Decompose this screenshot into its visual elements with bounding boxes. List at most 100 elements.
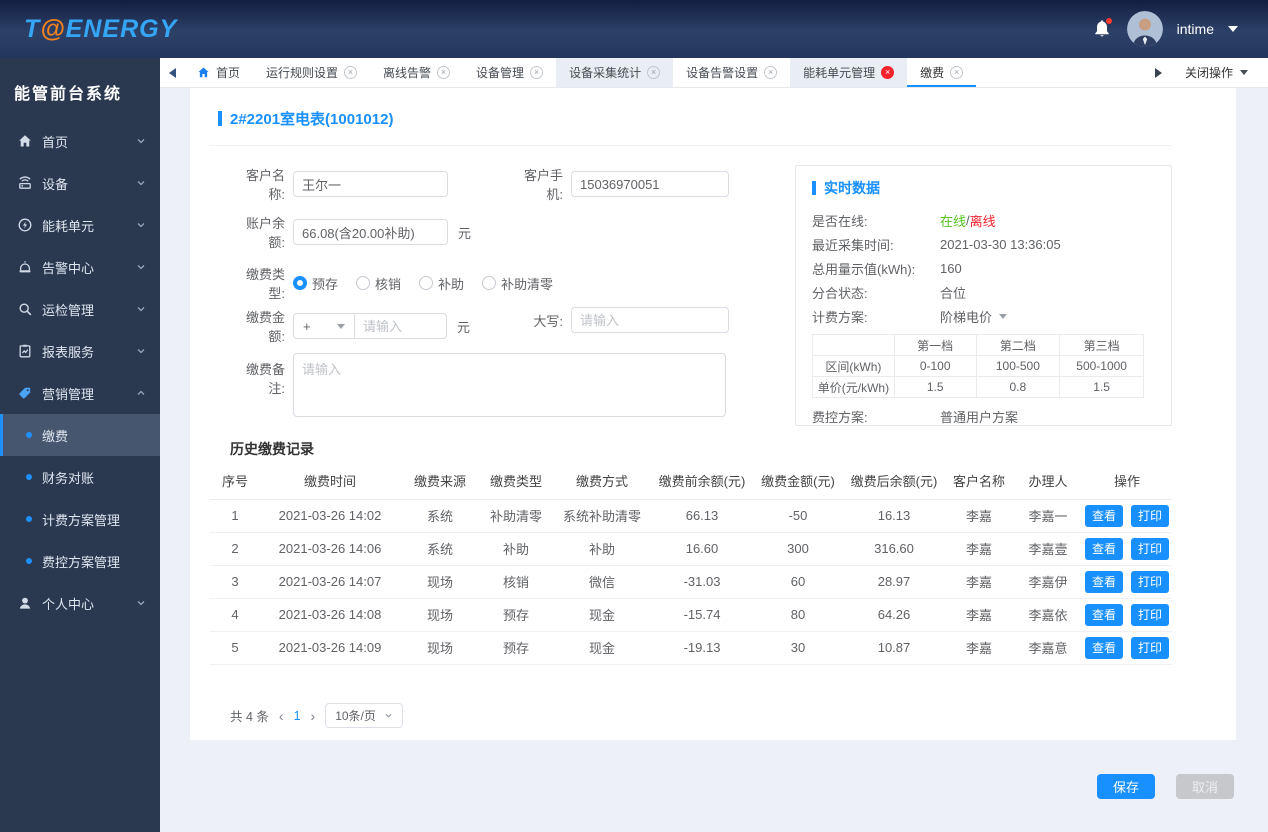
sidebar-subitem-label: 计费方案管理 [42,512,121,528]
realtime-title-text: 实时数据 [824,180,880,196]
print-button[interactable]: 打印 [1131,537,1169,560]
close-icon-red[interactable]: × [881,66,895,79]
tab-offline-alarm[interactable]: 离线告警 × [370,58,463,87]
sidebar-subitem-finance-reconciliation[interactable]: 财务对账 [0,456,160,498]
close-icon[interactable]: × [437,66,451,79]
sidebar-item-devices[interactable]: 设备 [0,162,160,204]
radio-icon [482,276,497,290]
tab-run-rules[interactable]: 运行规则设置 × [253,58,370,87]
close-icon[interactable]: × [764,66,778,79]
notification-bell-icon[interactable] [1091,18,1113,40]
username-label[interactable]: intime [1177,21,1214,37]
view-button[interactable]: 查看 [1085,603,1123,626]
sidebar-item-alarm-center[interactable]: 告警中心 [0,246,160,288]
chevron-down-icon [137,181,145,186]
close-icon[interactable]: × [647,66,661,79]
page-size-select[interactable]: 10条/页 [325,703,403,728]
tabs-scroll-left-icon[interactable] [160,58,184,87]
view-button[interactable]: 查看 [1085,570,1123,593]
amount-sign-select[interactable]: + [293,313,355,339]
radio-writeoff[interactable]: 核销 [356,274,401,293]
save-button[interactable]: 保存 [1097,774,1155,799]
sidebar-item-home[interactable]: 首页 [0,120,160,162]
close-actions-label: 关闭操作 [1184,66,1233,80]
table-row: 2 2021-03-26 14:06 系统 补助 补助 16.60 300 316.60 李嘉李… [210,532,1172,566]
tab-label: 首页 [216,66,241,80]
sidebar-item-inspection[interactable]: 运检管理 [0,288,160,330]
switch-state-value: 合位 [940,285,967,301]
chevron-down-icon [137,139,145,144]
notification-badge-dot [1105,18,1112,24]
logo-text-t: T [24,14,41,43]
chevron-down-icon [137,349,145,354]
page-number[interactable]: 1 [294,709,301,723]
sidebar: 能管前台系统 首页 设备 能耗单元 告警中心 运检管理 报表服务 营销管理 缴费 [0,58,160,832]
meter-title-text: 2#2201室电表(1001012) [230,111,394,128]
pay-amount-field[interactable] [354,313,447,339]
remark-field[interactable] [293,353,726,417]
sidebar-item-label: 能耗单元 [42,218,95,234]
print-button[interactable]: 打印 [1131,570,1169,593]
fee-control-row: 费控方案: 普通用户方案 [812,407,1155,426]
print-button[interactable]: 打印 [1131,504,1169,527]
top-navbar: T@ENERGY intime [0,0,1268,58]
tier-row-label: 单价(元/kWh) [812,376,895,398]
logo-at-mark: @ [40,14,66,43]
report-icon [19,344,31,358]
user-avatar[interactable] [1126,11,1163,47]
prev-page-icon[interactable]: ‹ [279,708,284,724]
tab-energy-unit-management[interactable]: 能耗单元管理 × [790,58,908,87]
tabs-scroll-right-icon[interactable] [1147,67,1171,78]
billing-plan-value[interactable]: 阶梯电价 [940,307,992,326]
close-icon[interactable]: × [344,66,358,79]
pay-type-row: 缴费类型: 预存 核销 补助 补助清零 [230,264,553,302]
sidebar-subitem-fee-control-plan[interactable]: 费控方案管理 [0,540,160,582]
radio-subsidy-clear[interactable]: 补助清零 [482,274,553,293]
column-header: 客户名称 [944,462,1014,500]
tab-payment[interactable]: 缴费 × [907,58,976,87]
pay-amount-row: 缴费金额: + 元 [230,307,470,345]
fee-control-value: 普通用户方案 [940,410,1019,425]
tab-device-collect-stats[interactable]: 设备采集统计 × [556,58,674,87]
print-button[interactable]: 打印 [1131,603,1169,626]
view-button[interactable]: 查看 [1085,504,1123,527]
tab-device-management[interactable]: 设备管理 × [463,58,556,87]
sidebar-subitem-billing-plan[interactable]: 计费方案管理 [0,498,160,540]
radio-subsidy[interactable]: 补助 [419,274,464,293]
title-divider [210,145,1172,146]
navbar-right: intime [1091,11,1238,47]
cell: 16.13 [844,499,944,533]
history-section-title: 历史缴费记录 [230,441,314,457]
alarm-icon [19,261,31,273]
chevron-down-icon [137,307,145,312]
next-page-icon[interactable]: › [311,708,316,724]
view-button[interactable]: 查看 [1085,636,1123,659]
close-icon[interactable]: × [950,66,964,79]
close-icon[interactable]: × [530,66,544,79]
account-balance-field[interactable] [293,219,448,245]
sidebar-item-personal-center[interactable]: 个人中心 [0,582,160,624]
column-header: 缴费金额(元) [752,462,844,500]
total-usage-row: 总用量示值(kWh): 160 [812,256,1155,280]
sidebar-subitem-payment[interactable]: 缴费 [0,414,160,456]
customer-phone-field[interactable] [571,171,729,197]
tab-home[interactable]: 首页 [184,58,253,87]
sidebar-item-reports[interactable]: 报表服务 [0,330,160,372]
cell: -19.13 [652,631,752,665]
close-actions-dropdown[interactable]: 关闭操作 [1171,64,1268,81]
history-table: 序号 缴费时间 缴费来源 缴费类型 缴费方式 缴费前余额(元) 缴费金额(元) … [210,462,1172,665]
capital-amount-field[interactable] [571,307,729,333]
radio-prestore[interactable]: 预存 [293,274,338,293]
user-menu-caret-icon[interactable] [1228,26,1238,32]
chevron-down-icon[interactable] [999,313,1008,319]
tab-device-alarm-settings[interactable]: 设备告警设置 × [673,58,790,87]
actions-cell: 查看 打印 [1082,598,1172,632]
online-value: 在线 [940,213,967,229]
view-button[interactable]: 查看 [1085,537,1123,560]
sidebar-item-energy-unit[interactable]: 能耗单元 [0,204,160,246]
customer-name-field[interactable] [293,171,448,197]
sidebar-item-label: 设备 [42,176,69,192]
print-button[interactable]: 打印 [1131,636,1169,659]
sidebar-item-marketing[interactable]: 营销管理 [0,372,160,414]
cancel-button[interactable]: 取消 [1176,774,1234,799]
